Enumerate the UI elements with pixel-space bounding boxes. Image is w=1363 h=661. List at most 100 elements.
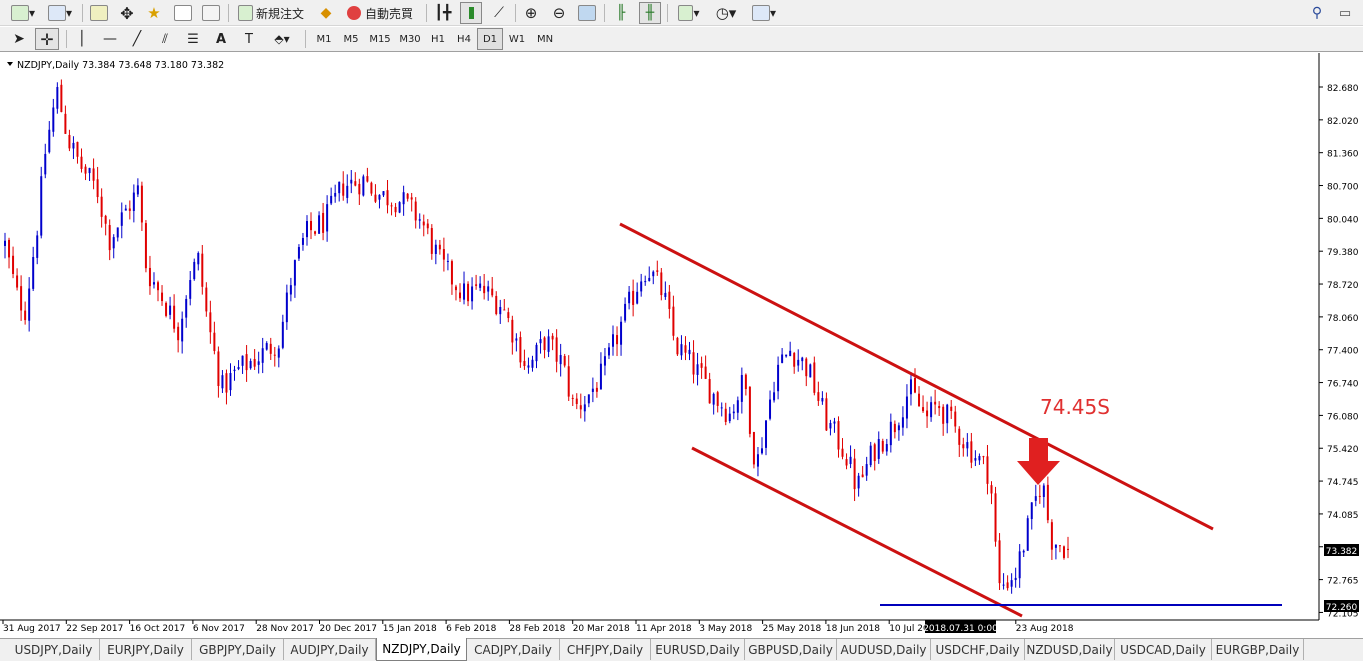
- tab-audjpy[interactable]: AUDJPY,Daily: [284, 639, 376, 660]
- bar-chart-icon[interactable]: ┃╋: [432, 2, 454, 24]
- timeframe-w1-button[interactable]: W1: [503, 28, 531, 50]
- candle-body: [257, 361, 260, 365]
- tile-windows-icon[interactable]: [576, 2, 598, 24]
- candle-body: [289, 285, 292, 295]
- favorites-icon[interactable]: ★: [143, 2, 165, 24]
- candle-body: [354, 181, 357, 186]
- candle-body: [732, 411, 735, 414]
- tab-eurusd[interactable]: EURUSD,Daily: [651, 639, 745, 660]
- profiles-icon[interactable]: ▾: [44, 2, 76, 24]
- chart-shift-icon[interactable]: ╟: [610, 2, 632, 24]
- crosshair-icon[interactable]: ✛: [35, 28, 59, 50]
- tab-gbpusd[interactable]: GBPUSD,Daily: [745, 639, 837, 660]
- new-chart-icon[interactable]: ▾: [6, 2, 40, 24]
- indicators-icon[interactable]: ▾: [673, 2, 705, 24]
- strategy-tester-icon[interactable]: [200, 2, 222, 24]
- timeframe-m15-button[interactable]: M15: [365, 28, 395, 50]
- candle-body: [974, 458, 977, 461]
- tab-nzdusd[interactable]: NZDUSD,Daily: [1025, 639, 1115, 660]
- candle-body: [901, 417, 904, 428]
- candle-body: [519, 337, 522, 363]
- navigator-icon[interactable]: ✥: [116, 2, 138, 24]
- candle-body: [394, 206, 397, 213]
- candle-body: [809, 364, 812, 378]
- date-label: 3 May 2018: [699, 624, 752, 634]
- meta-editor-icon[interactable]: ◆: [314, 2, 338, 24]
- auto-scroll-icon[interactable]: ╫: [639, 2, 661, 24]
- zoom-in-icon[interactable]: ⊕: [520, 2, 542, 24]
- candle-body: [801, 357, 804, 362]
- timeframe-mn-button[interactable]: MN: [531, 28, 559, 50]
- candle-body: [990, 485, 993, 494]
- candle-body: [648, 277, 651, 281]
- periods-icon[interactable]: ◷▾: [710, 2, 742, 24]
- search-icon[interactable]: ⚲: [1306, 2, 1328, 24]
- timeframe-d1-button[interactable]: D1: [477, 28, 503, 50]
- date-label: 18 Jun 2018: [826, 624, 880, 634]
- date-label: 20 Dec 2017: [320, 624, 378, 634]
- new-order-label: 新規注文: [255, 6, 304, 21]
- new-order-button[interactable]: 新規注文: [234, 2, 308, 24]
- timeframe-m5-button[interactable]: M5: [337, 28, 365, 50]
- candle-body: [644, 281, 647, 283]
- date-label: 31 Aug 2017: [3, 624, 61, 634]
- candle-body: [527, 365, 530, 368]
- text-label-icon[interactable]: T: [238, 28, 260, 50]
- tab-chfjpy[interactable]: CHFJPY,Daily: [560, 639, 651, 660]
- candlestick-chart-icon[interactable]: [460, 2, 482, 24]
- equidistant-channel-icon[interactable]: ⫽: [154, 28, 176, 50]
- tab-nzdjpy[interactable]: NZDJPY,Daily: [376, 638, 467, 661]
- candle-body: [599, 363, 602, 390]
- candle-body: [712, 393, 715, 405]
- candle-body: [362, 176, 365, 196]
- line-chart-icon[interactable]: ⟋: [488, 2, 510, 24]
- price-label: 72.765: [1327, 577, 1359, 587]
- candle-body: [499, 307, 502, 315]
- trendline-icon[interactable]: ╱: [126, 28, 148, 50]
- fibonacci-icon[interactable]: ☰: [182, 28, 204, 50]
- chart-tabs: USDJPY,Daily EURJPY,Daily GBPJPY,Daily AUDJ…: [0, 638, 1363, 661]
- candle-body: [261, 348, 264, 363]
- candle-body: [1030, 502, 1033, 520]
- auto-trade-button[interactable]: 自動売買: [342, 2, 418, 24]
- candle-body: [201, 253, 204, 287]
- candle-body: [120, 212, 123, 226]
- cursor-icon[interactable]: ➤: [8, 28, 30, 50]
- candle-body: [382, 191, 385, 196]
- candle-body: [958, 428, 961, 445]
- arrows-icon[interactable]: ⬘▾: [266, 28, 298, 50]
- candle-body: [148, 267, 151, 287]
- tab-usdcad[interactable]: USDCAD,Daily: [1115, 639, 1212, 660]
- candle-body: [358, 183, 361, 195]
- tab-usdchf[interactable]: USDCHF,Daily: [931, 639, 1025, 660]
- candle-body: [173, 305, 176, 329]
- timeframe-m1-button[interactable]: M1: [311, 28, 337, 50]
- zoom-out-icon[interactable]: ⊖: [548, 2, 570, 24]
- tab-audusd[interactable]: AUDUSD,Daily: [837, 639, 931, 660]
- timeframe-h4-button[interactable]: H4: [451, 28, 477, 50]
- timeframe-h1-button[interactable]: H1: [425, 28, 451, 50]
- tab-usdjpy[interactable]: USDJPY,Daily: [8, 639, 100, 660]
- tab-eurjpy[interactable]: EURJPY,Daily: [100, 639, 192, 660]
- candle-body: [660, 272, 663, 296]
- tab-cadjpy[interactable]: CADJPY,Daily: [467, 639, 560, 660]
- candle-body: [503, 309, 506, 311]
- vertical-line-icon[interactable]: │: [72, 28, 92, 50]
- market-watch-icon[interactable]: [88, 2, 110, 24]
- candle-body: [281, 321, 284, 348]
- tab-eurgbp[interactable]: EURGBP,Daily: [1212, 639, 1304, 660]
- candle-body: [491, 288, 494, 296]
- horizontal-line-icon[interactable]: —: [98, 28, 122, 50]
- candle-body: [197, 252, 200, 265]
- candle-body: [169, 305, 172, 315]
- candle-body: [603, 356, 606, 366]
- candle-body: [797, 359, 800, 366]
- candle-body: [1018, 551, 1021, 579]
- text-icon[interactable]: A: [210, 28, 232, 50]
- price-chart[interactable]: 74.45S NZDJPY,Daily 73.384 73.648 73.180…: [0, 53, 1363, 638]
- terminal-icon[interactable]: [172, 2, 194, 24]
- timeframe-m30-button[interactable]: M30: [395, 28, 425, 50]
- chat-icon[interactable]: ▭: [1334, 2, 1356, 24]
- tab-gbpjpy[interactable]: GBPJPY,Daily: [192, 639, 284, 660]
- templates-icon[interactable]: ▾: [748, 2, 780, 24]
